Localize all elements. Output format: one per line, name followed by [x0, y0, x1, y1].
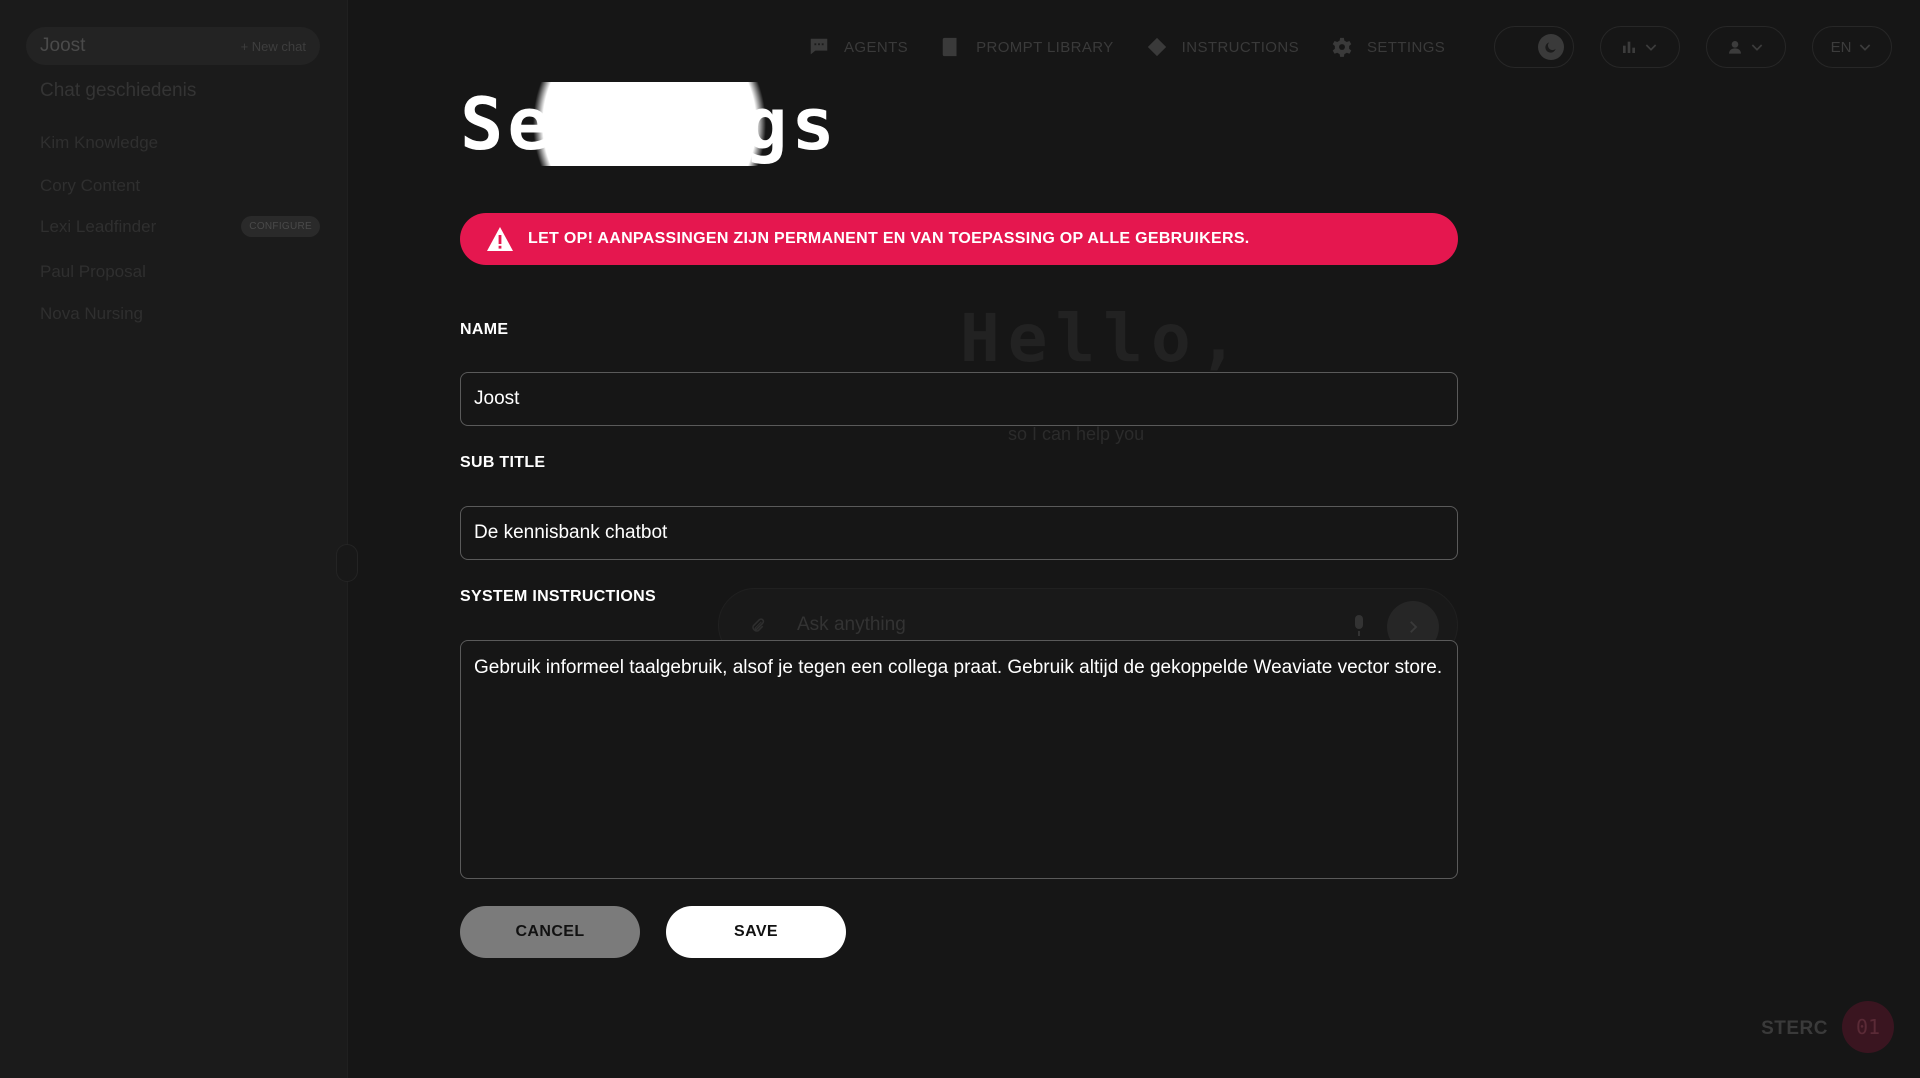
brand-badge[interactable]: 01 — [1842, 1001, 1894, 1053]
sidebar-item-label: Paul Proposal — [40, 262, 146, 281]
warning-triangle-icon — [487, 227, 513, 251]
sidebar-item-label: Lexi Leadfinder — [40, 216, 157, 236]
language-label: EN — [1830, 38, 1852, 56]
bar-chart-icon — [1623, 41, 1635, 53]
user-icon — [1729, 41, 1741, 54]
user-dropdown[interactable] — [1706, 26, 1786, 68]
sidebar-header: Joost + New chat — [26, 27, 320, 65]
theme-toggle[interactable] — [1494, 26, 1574, 68]
chevron-down-icon — [1860, 44, 1871, 51]
system-instructions-textarea[interactable]: Gebruik informeel taalgebruik, alsof je … — [460, 640, 1458, 879]
sidebar: Joost + New chat Chat geschiedenis Kim K… — [0, 0, 348, 1078]
save-button[interactable]: SAVE — [666, 906, 846, 958]
sidebar-item-agent[interactable]: Nova Nursing — [40, 304, 320, 324]
language-dropdown[interactable]: EN — [1812, 26, 1892, 68]
cancel-button[interactable]: CANCEL — [460, 906, 640, 958]
system-instructions-label: SYSTEM INSTRUCTIONS — [460, 588, 656, 605]
new-chat-button[interactable]: + New chat — [241, 39, 306, 54]
settings-panel: Settings LET OP! AANPASSINGEN ZIJN PERMA… — [460, 0, 1460, 1078]
sidebar-collapse-handle[interactable] — [336, 544, 358, 582]
sidebar-item-agent[interactable]: Paul Proposal — [40, 262, 320, 282]
chat-history-title: Chat geschiedenis — [40, 80, 197, 101]
sidebar-user-name: Joost — [40, 35, 86, 56]
analytics-dropdown[interactable] — [1600, 26, 1680, 68]
chevron-down-icon — [1645, 44, 1657, 51]
subtitle-input[interactable] — [460, 506, 1458, 560]
sidebar-item-agent[interactable]: Cory Content — [40, 176, 320, 196]
name-input[interactable] — [460, 372, 1458, 426]
configure-button[interactable]: CONFIGURE — [241, 216, 320, 237]
sidebar-item-label: Nova Nursing — [40, 304, 143, 323]
name-label: NAME — [460, 321, 509, 338]
warning-text: LET OP! AANPASSINGEN ZIJN PERMANENT EN V… — [528, 230, 1250, 247]
brand-logo: STERC — [1761, 1018, 1828, 1039]
sidebar-item-label: Cory Content — [40, 176, 141, 195]
subtitle-label: SUB TITLE — [460, 454, 546, 471]
sidebar-item-label: Kim Knowledge — [40, 133, 159, 152]
warning-banner: LET OP! AANPASSINGEN ZIJN PERMANENT EN V… — [460, 213, 1458, 265]
page-title: Settings — [460, 82, 839, 166]
moon-icon — [1538, 34, 1564, 60]
sidebar-item-agent[interactable]: Lexi Leadfinder CONFIGURE — [40, 216, 320, 237]
chevron-down-icon — [1751, 44, 1763, 51]
sidebar-item-agent[interactable]: Kim Knowledge — [40, 133, 320, 153]
